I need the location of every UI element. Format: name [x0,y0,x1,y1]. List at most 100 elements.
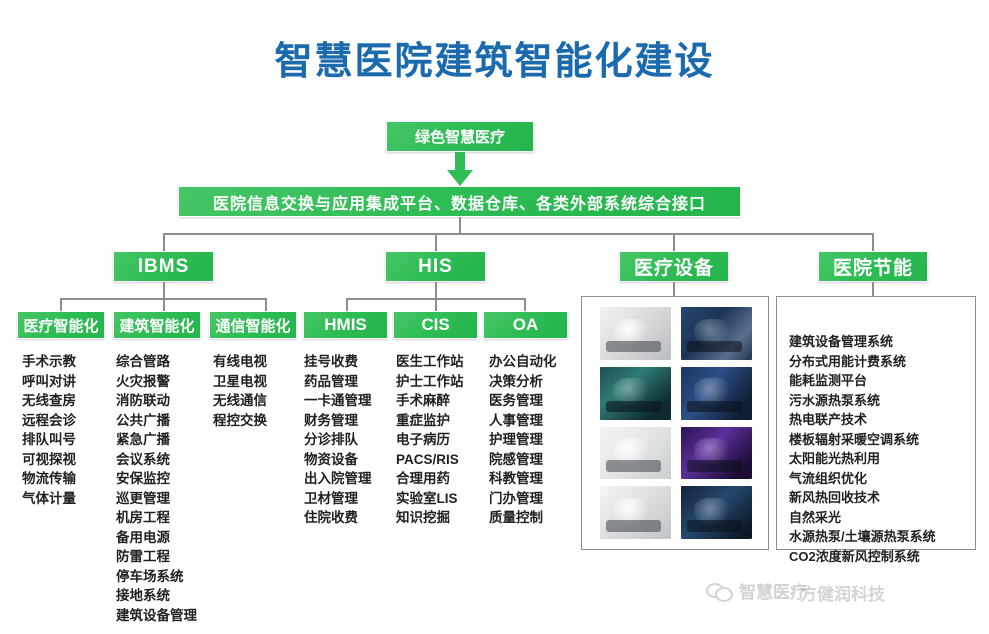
list-item: 新风热回收技术 [789,490,881,505]
node-label: HMIS [324,315,367,334]
list-item: 知识挖掘 [396,510,450,525]
list-item: 接地系统 [116,588,170,603]
connector-drop-his [435,233,437,252]
photo-shadow-bar [686,400,743,413]
list-item: 呼叫对讲 [22,373,76,389]
list-hmis: 挂号收费 药品管理 一卡通管理 财务管理 分诊排队 物资设备 出入院管理 卫材管理 住院收费 [304,352,390,528]
particle-accelerator-photo [681,426,752,480]
list-item: 火灾报警 [116,373,170,389]
node-label: 通信智能化 [215,317,291,335]
list-item: 污水源热泵系统 [789,392,881,408]
list-building-intelligence: 综合管路 火灾报警 消防联动 公共广播 紧急广播 会议系统 安保监控 巡更管理 机房工程 备用电源… [116,352,212,625]
list-item: 水源热泵/土壤源热泵系统 [789,529,936,544]
list-item: 有线电视 [213,354,267,369]
photo-shadow-bar [686,460,743,472]
list-item: 防雷工程 [116,549,170,564]
node-medical-devices[interactable]: 医疗设备 [619,251,729,282]
list-cis: 医生工作站 护士工作站 手术麻醉 重症监护 电子病历 PACS/RIS 合理用药 实验室LIS… [396,352,484,528]
list-item: 安保监控 [116,471,170,486]
list-item: 护理管理 [489,432,543,447]
page-title: 智慧医院建筑智能化建设 [0,30,989,85]
node-green-smart-medical[interactable]: 绿色智慧医疗 [386,121,534,152]
list-item: 医生工作站 [396,354,464,369]
list-hospital-energy-saving: 建筑设备管理系统 分布式用能计费系统 能耗监测平台 污水源热泵系统 热电联产技术 楼板辐射… [789,332,969,566]
list-item: 可视探视 [22,451,76,467]
watermark-label: 智慧医疗 [739,583,807,602]
wechat-bubbles-icon [706,581,733,602]
node-label: 医院信息交换与应用集成平台、数据仓库、各类外部系统综合接口 [212,195,706,213]
list-item: 排队叫号 [22,432,76,447]
list-item: 紧急广播 [116,432,170,447]
list-item: 会议系统 [116,451,170,467]
c-arm-angiography-photo [600,486,671,539]
list-item: 综合管路 [116,354,170,369]
list-item: 合理用药 [396,471,450,486]
connector-ibms-drop-2 [163,298,165,311]
node-label: 建筑智能化 [119,317,195,335]
list-communication-intelligence: 有线电视 卫星电视 无线通信 程控交换 [213,352,299,430]
list-oa: 办公自动化 决策分析 医务管理 人事管理 护理管理 院感管理 科教管理 门办管理 质量控制 [489,352,573,528]
list-item: 电子病历 [396,432,450,447]
node-label: 绿色智慧医疗 [414,129,505,146]
photo-shadow-bar [686,340,743,353]
node-label: HIS [418,255,453,277]
list-item: 门办管理 [489,490,543,506]
node-label: OA [512,315,539,334]
list-item: 医务管理 [489,393,543,408]
node-communication-intelligence[interactable]: 通信智能化 [209,311,297,339]
node-his[interactable]: HIS [385,251,486,282]
list-item: 办公自动化 [489,354,557,369]
list-item: 手术示教 [22,354,76,369]
list-item: 决策分析 [489,373,543,389]
connector-medical-devices-trunk [673,282,675,296]
node-oa[interactable]: OA [483,311,568,339]
list-item: CO2浓度新风控制系统 [789,548,920,564]
photo-shadow-bar [605,400,662,413]
node-medical-intelligence[interactable]: 医疗智能化 [17,311,105,339]
list-item: 停车场系统 [116,568,184,584]
list-item: 住院收费 [304,510,358,525]
node-integration-platform[interactable]: 医院信息交换与应用集成平台、数据仓库、各类外部系统综合接口 [178,186,741,217]
list-item: 气体计量 [22,490,76,506]
list-item: 院感管理 [489,451,543,467]
connector-ibms-drop-1 [60,298,62,311]
list-item: 程控交换 [213,412,267,428]
list-item: 太阳能光热利用 [789,451,881,466]
node-cis[interactable]: CIS [393,311,478,339]
node-building-intelligence[interactable]: 建筑智能化 [113,311,201,339]
connector-ibms-trunk [163,282,165,299]
list-item: 质量控制 [489,510,543,525]
connector-platform-trunk [459,217,461,234]
list-item: PACS/RIS [396,451,459,467]
list-item: 公共广播 [116,412,170,428]
list-item: 护士工作站 [396,373,464,389]
list-item: 楼板辐射采暖空调系统 [789,431,920,447]
list-item: 远程会诊 [22,412,76,428]
photo-shadow-bar [686,520,743,532]
list-item: 财务管理 [304,412,358,428]
arrow-head-root-platform [447,170,473,186]
node-ibms[interactable]: IBMS [113,251,214,282]
list-item: 巡更管理 [116,490,170,506]
medical-device-photo-grid [600,307,752,539]
connector-ibms-drop-3 [265,298,267,311]
list-item: 一卡通管理 [304,393,372,408]
list-item: 物资设备 [304,451,358,467]
node-label: IBMS [137,255,190,277]
node-hmis[interactable]: HMIS [303,311,388,339]
mri-bore-photo [681,307,752,360]
node-hospital-energy-saving[interactable]: 医院节能 [818,251,928,282]
connector-energy-trunk [872,282,874,296]
photo-shadow-bar [605,340,662,353]
list-item: 分布式用能计费系统 [789,353,907,369]
list-item: 人事管理 [489,412,543,428]
connector-drop-energy [872,233,874,252]
list-item: 热电联产技术 [789,412,868,427]
list-item: 药品管理 [304,373,358,389]
connector-his-drop-2 [435,298,437,311]
connector-drop-ibms [163,233,165,252]
list-item: 自然采光 [789,509,842,525]
list-item: 重症监护 [396,412,450,428]
node-label: 医疗智能化 [23,317,99,335]
list-item: 卫星电视 [213,373,267,389]
